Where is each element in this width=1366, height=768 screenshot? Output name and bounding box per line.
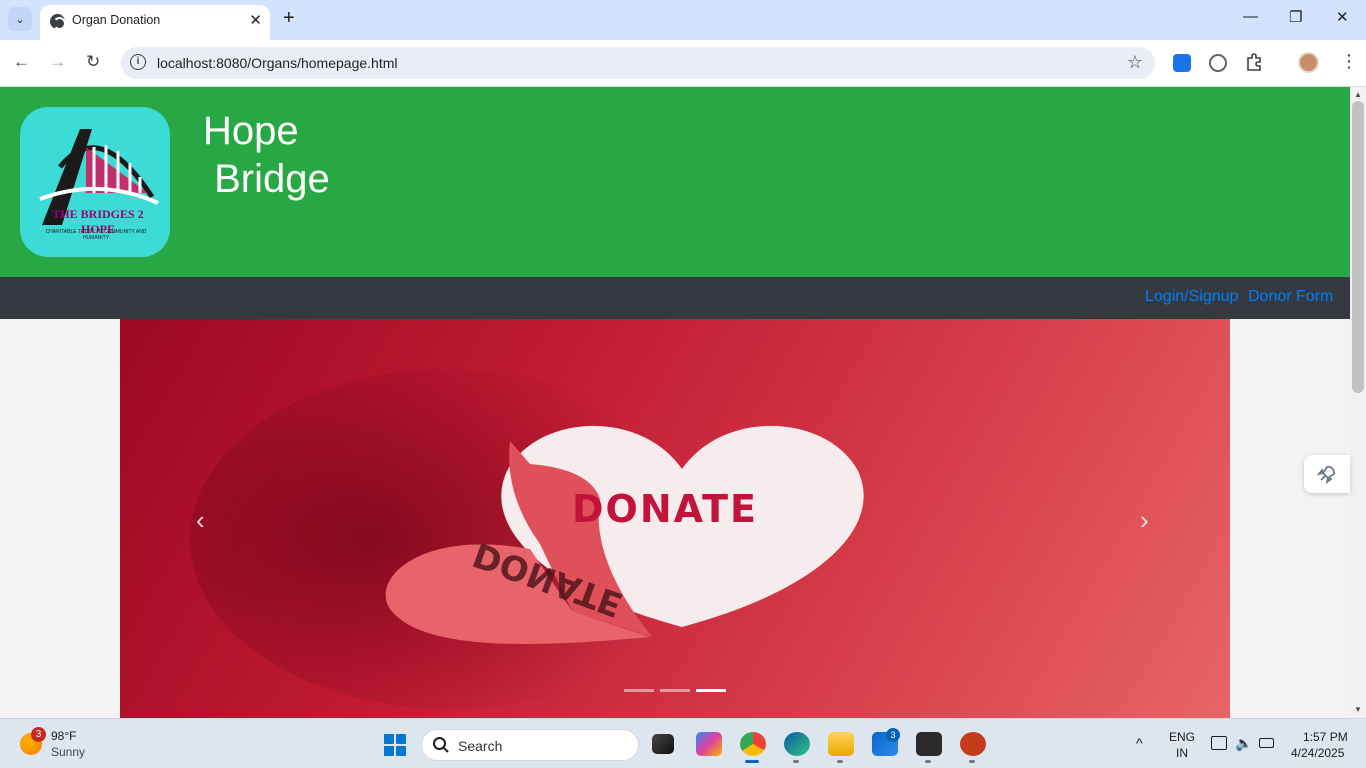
windows-logo-icon — [384, 734, 394, 744]
address-bar[interactable]: i localhost:8080/Organs/homepage.html ☆ — [121, 47, 1155, 79]
logo-tagline: CHARITABLE TRUST TO COMMUNITY AND HUMANI… — [45, 229, 147, 241]
windows-taskbar: 3 98°F Sunny Search 3 ^ ENG IN 🔈 1:57 PM… — [0, 718, 1366, 768]
copilot-icon[interactable] — [696, 732, 722, 756]
app-running-indicator — [793, 760, 799, 763]
forward-button[interactable]: → — [49, 52, 66, 72]
battery-icon[interactable] — [1259, 738, 1274, 748]
tab-organ-donation[interactable]: Organ Donation ✕ — [40, 5, 270, 40]
floating-widget-button[interactable] — [1304, 455, 1350, 493]
powerpoint-icon[interactable] — [960, 732, 986, 756]
grammarly-icon[interactable] — [1209, 54, 1227, 72]
extension-icon[interactable] — [1173, 54, 1191, 72]
url-text[interactable]: localhost:8080/Organs/homepage.html — [157, 55, 397, 71]
back-button[interactable]: ← — [13, 52, 30, 72]
weather-temperature: 98°F — [51, 729, 77, 743]
carousel-indicator[interactable] — [624, 689, 654, 692]
file-explorer-icon[interactable] — [828, 732, 854, 756]
windows-logo-pane — [396, 746, 406, 756]
donor-form-link[interactable]: Donor Form — [1248, 288, 1333, 306]
active-app-indicator — [745, 760, 759, 763]
carousel-indicators — [624, 689, 726, 692]
new-tab-button[interactable]: + — [283, 7, 295, 30]
scroll-down-icon[interactable]: ▼ — [1354, 705, 1362, 714]
tab-title: Organ Donation — [72, 13, 161, 27]
puzzle-icon[interactable] — [1245, 53, 1263, 71]
rocket-icon — [1316, 465, 1335, 485]
site-title: Hope Bridge — [203, 109, 330, 201]
browser-toolbar: ← → ↻ i localhost:8080/Organs/homepage.h… — [0, 40, 1366, 87]
app-running-indicator — [837, 760, 843, 763]
restore-button[interactable]: ❐ — [1289, 8, 1302, 26]
windows-logo-pane — [396, 734, 406, 744]
donate-text: DONATE — [572, 487, 758, 531]
tab-search-button[interactable]: ⌄ — [8, 7, 32, 31]
page-scrollbar[interactable]: ▲ ▼ — [1350, 87, 1366, 718]
close-window-button[interactable]: ✕ — [1336, 8, 1349, 26]
start-button[interactable] — [384, 734, 406, 756]
mail-badge: 3 — [886, 728, 900, 742]
volume-icon[interactable]: 🔈 — [1235, 735, 1252, 752]
scroll-thumb[interactable] — [1352, 101, 1364, 393]
bookmark-star-icon[interactable]: ☆ — [1127, 52, 1143, 73]
tab-close-icon[interactable]: ✕ — [249, 11, 262, 29]
windows-logo-pane — [384, 746, 394, 756]
search-placeholder: Search — [458, 738, 503, 754]
task-view-icon[interactable] — [652, 734, 674, 754]
image-carousel[interactable]: DONATE DONATE ‹ › — [120, 319, 1230, 718]
weather-badge: 3 — [31, 727, 46, 742]
login-signup-link[interactable]: Login/Signup — [1145, 288, 1238, 306]
globe-icon — [50, 14, 66, 30]
tab-strip: ⌄ Organ Donation ✕ + — ❐ ✕ — [0, 0, 1366, 40]
carousel-next-button[interactable]: › — [1140, 505, 1149, 536]
clock-date[interactable]: 4/24/2025 — [1291, 746, 1344, 760]
weather-condition: Sunny — [51, 745, 86, 759]
taskbar-search-box[interactable]: Search — [421, 729, 639, 761]
terminal-icon[interactable] — [916, 732, 942, 756]
language-indicator[interactable]: ENG — [1169, 730, 1195, 744]
web-page: THE BRIDGES 2 HOPE CHARITABLE TRUST TO C… — [0, 87, 1350, 718]
carousel-indicator-active[interactable] — [696, 689, 726, 692]
reload-button[interactable]: ↻ — [86, 52, 100, 72]
app-running-indicator — [925, 760, 931, 763]
app-running-indicator — [969, 760, 975, 763]
clock-time[interactable]: 1:57 PM — [1303, 730, 1348, 744]
menu-icon[interactable]: ⋮ — [1340, 51, 1358, 72]
chrome-icon[interactable] — [740, 732, 766, 756]
profile-avatar[interactable] — [1298, 52, 1319, 73]
carousel-indicator[interactable] — [660, 689, 690, 692]
edge-icon[interactable] — [784, 732, 810, 756]
site-info-icon[interactable]: i — [130, 54, 146, 70]
site-navbar: Login/Signup Donor Form — [0, 277, 1350, 319]
region-indicator[interactable]: IN — [1176, 746, 1188, 760]
scroll-up-icon[interactable]: ▲ — [1354, 90, 1362, 99]
search-icon — [433, 737, 449, 753]
site-logo[interactable]: THE BRIDGES 2 HOPE CHARITABLE TRUST TO C… — [20, 107, 170, 257]
tray-overflow-chevron[interactable]: ^ — [1136, 735, 1143, 751]
chevron-down-icon: ⌄ — [15, 13, 25, 26]
carousel-prev-button[interactable]: ‹ — [196, 505, 205, 536]
minimize-button[interactable]: — — [1243, 8, 1258, 25]
site-header: THE BRIDGES 2 HOPE CHARITABLE TRUST TO C… — [0, 87, 1350, 277]
network-icon[interactable] — [1211, 736, 1227, 750]
